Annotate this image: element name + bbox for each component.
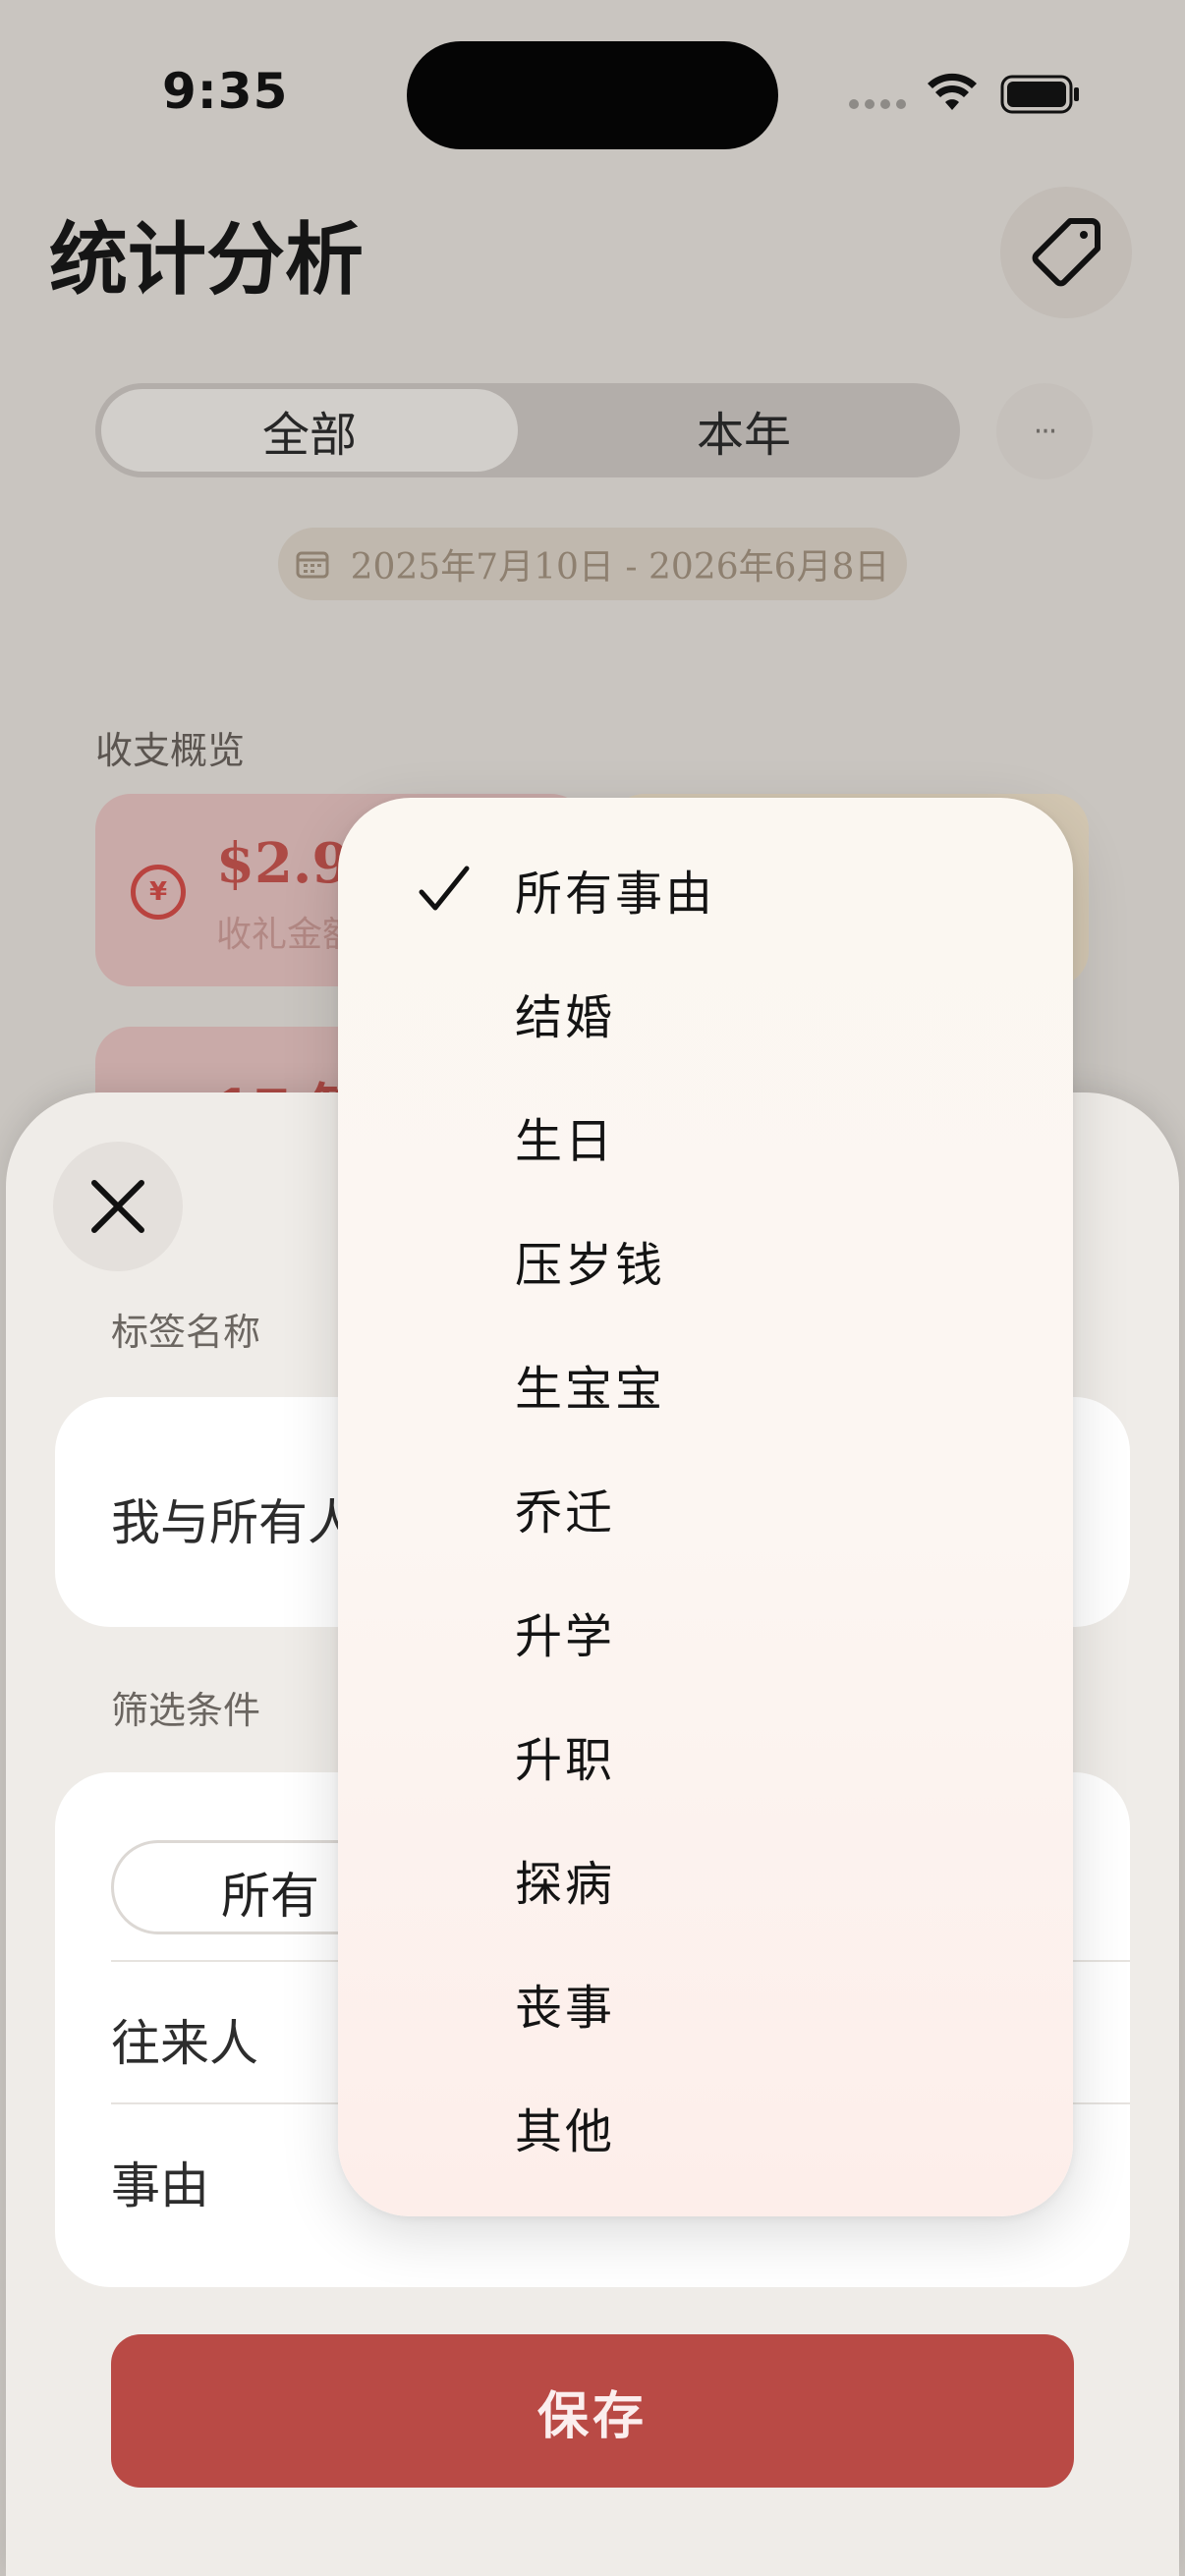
tag-name-value: 我与所有人 bbox=[111, 1494, 357, 1551]
row-occasion[interactable]: 事由 bbox=[111, 2147, 209, 2217]
status-time: 9:35 bbox=[162, 63, 289, 120]
segment-all[interactable]: 全部 bbox=[101, 389, 518, 472]
calendar-icon bbox=[296, 551, 329, 579]
close-icon bbox=[91, 1180, 144, 1233]
date-range-text: 2025年7月10日 - 2026年6月8日 bbox=[350, 547, 890, 588]
overview-section-label: 收支概览 bbox=[95, 729, 246, 772]
row-counterparty[interactable]: 往来人 bbox=[111, 2004, 258, 2075]
filter-label: 筛选条件 bbox=[111, 1689, 261, 1732]
menu-item-label: 乔迁 bbox=[515, 1485, 616, 1540]
menu-item-label: 升职 bbox=[515, 1733, 616, 1788]
menu-item-all[interactable]: 所有事由 bbox=[338, 827, 1073, 951]
tag-button[interactable] bbox=[1000, 187, 1132, 318]
menu-item-label: 丧事 bbox=[515, 1981, 616, 2036]
range-segmented-control: 全部 本年 bbox=[95, 383, 960, 477]
menu-item-school-admission[interactable]: 升学 bbox=[338, 1570, 1073, 1694]
menu-item-housewarming[interactable]: 乔迁 bbox=[338, 1446, 1073, 1570]
checkmark-icon bbox=[419, 866, 470, 911]
wifi-icon bbox=[928, 73, 977, 110]
menu-item-new-baby[interactable]: 生宝宝 bbox=[338, 1322, 1073, 1446]
menu-item-sick-visit[interactable]: 探病 bbox=[338, 1818, 1073, 1941]
signal-dots-icon bbox=[849, 94, 908, 114]
menu-item-label: 生日 bbox=[515, 1114, 616, 1169]
menu-item-label: 其他 bbox=[515, 2104, 616, 2159]
save-button[interactable]: 保存 bbox=[111, 2334, 1074, 2488]
menu-item-funeral[interactable]: 丧事 bbox=[338, 1941, 1073, 2065]
page-title: 统计分析 bbox=[49, 213, 364, 306]
yen-icon: ¥ bbox=[131, 865, 186, 920]
dynamic-island bbox=[407, 41, 778, 149]
occasion-dropdown-menu: 所有事由 结婚 生日 压岁钱 生宝宝 乔迁 升学 升职 探病 丧事 其他 bbox=[338, 798, 1073, 2216]
menu-item-label: 升学 bbox=[515, 1609, 616, 1664]
menu-item-birthday[interactable]: 生日 bbox=[338, 1075, 1073, 1199]
segment-this-year[interactable]: 本年 bbox=[528, 389, 960, 472]
menu-item-label: 探病 bbox=[515, 1857, 616, 1912]
date-range-pill[interactable]: 2025年7月10日 - 2026年6月8日 bbox=[278, 528, 907, 600]
menu-item-label: 所有事由 bbox=[515, 867, 716, 922]
tag-name-label: 标签名称 bbox=[111, 1311, 261, 1354]
menu-item-new-year-money[interactable]: 压岁钱 bbox=[338, 1199, 1073, 1322]
menu-item-other[interactable]: 其他 bbox=[338, 2065, 1073, 2189]
menu-item-promotion[interactable]: 升职 bbox=[338, 1694, 1073, 1818]
tag-icon bbox=[1032, 218, 1100, 287]
more-button[interactable]: ··· bbox=[996, 383, 1093, 479]
menu-item-label: 压岁钱 bbox=[515, 1238, 666, 1293]
filter-segment-label: 所有 bbox=[221, 1868, 319, 1925]
menu-item-label: 结婚 bbox=[515, 990, 616, 1045]
menu-item-wedding[interactable]: 结婚 bbox=[338, 951, 1073, 1075]
battery-icon bbox=[1000, 75, 1079, 114]
income-label: 收礼金额 bbox=[216, 915, 359, 955]
menu-item-label: 生宝宝 bbox=[515, 1362, 666, 1417]
close-button[interactable] bbox=[53, 1142, 183, 1271]
